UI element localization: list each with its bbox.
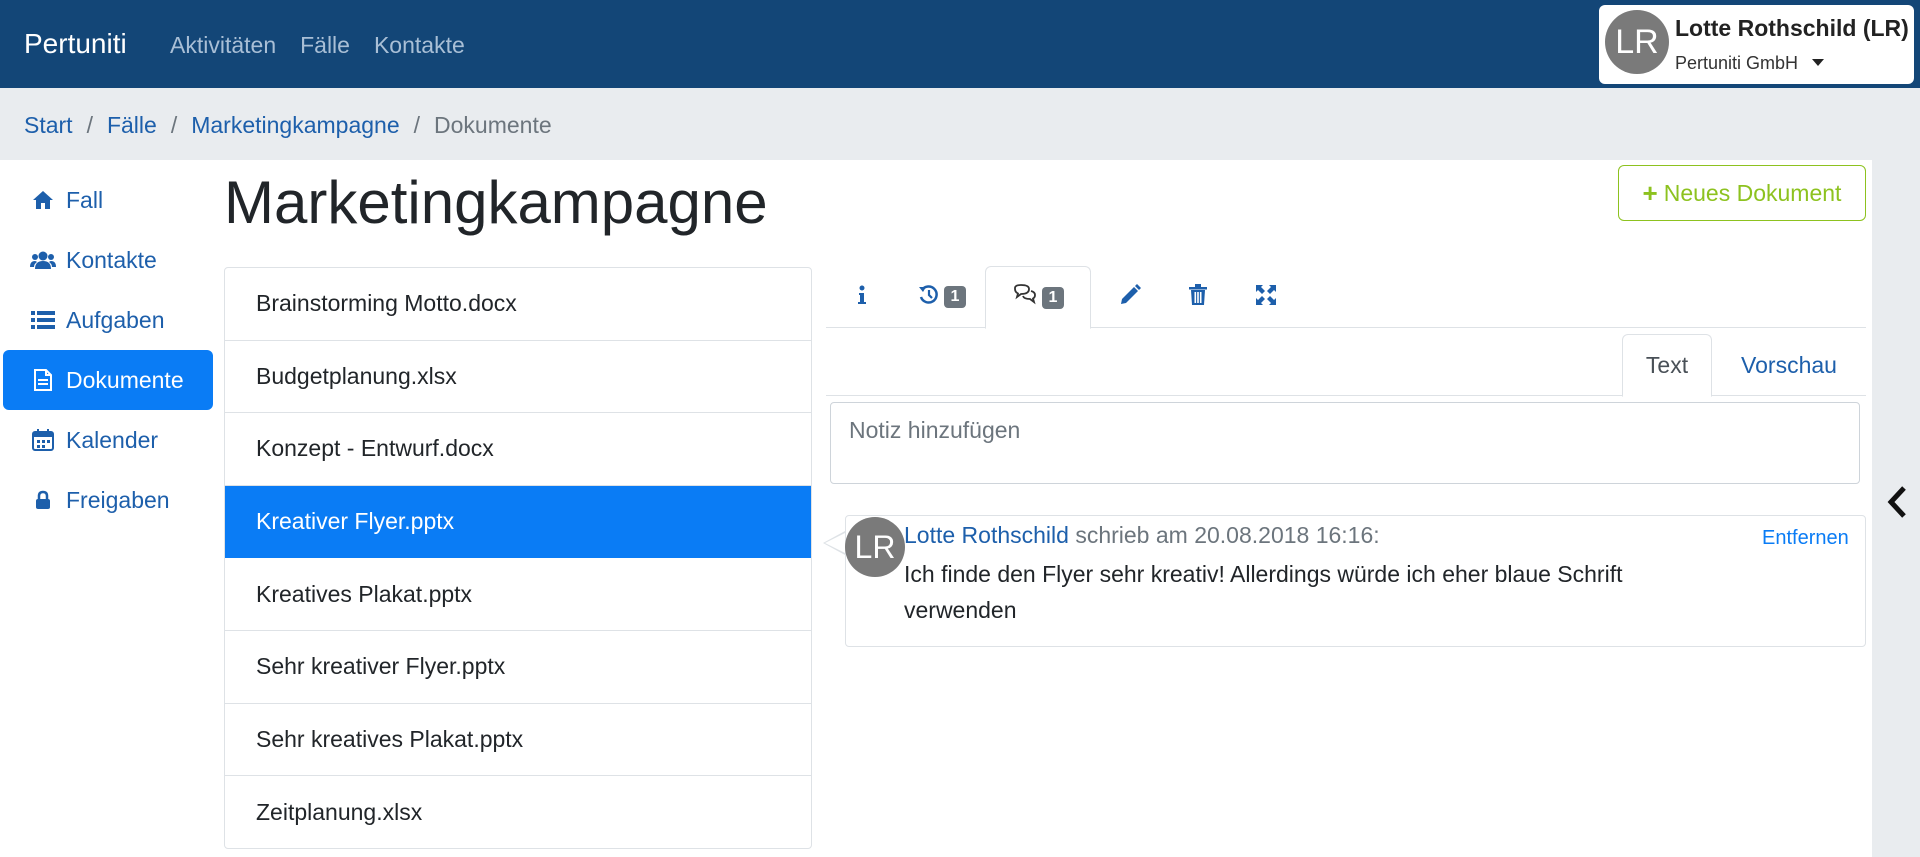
tab-edit[interactable] — [1108, 266, 1152, 328]
info-icon — [857, 285, 867, 310]
list-item-selected[interactable]: Kreativer Flyer.pptx — [225, 485, 811, 559]
nav-link-faelle[interactable]: Fälle — [300, 32, 350, 59]
breadcrumb-marketingkampagne[interactable]: Marketingkampagne — [191, 112, 399, 139]
sidebar-item-label: Kontakte — [66, 246, 157, 273]
list-item[interactable]: Kreatives Plakat.pptx — [225, 558, 811, 631]
home-icon — [30, 188, 56, 212]
sidebar-item-dokumente[interactable]: Dokumente — [3, 350, 213, 410]
nav-link-kontakte[interactable]: Kontakte — [374, 32, 465, 59]
brand-logo[interactable]: Pertuniti — [24, 28, 127, 60]
trash-icon — [1189, 283, 1207, 311]
expand-icon — [1255, 284, 1277, 311]
sidebar-item-label: Freigaben — [66, 486, 170, 513]
tab-info[interactable] — [842, 266, 882, 328]
breadcrumb-separator: / — [413, 112, 421, 138]
history-count-badge: 1 — [943, 286, 967, 308]
chevron-left-icon[interactable] — [1886, 485, 1908, 519]
user-organization: Pertuniti GmbH — [1675, 53, 1825, 74]
caret-down-icon[interactable] — [1812, 58, 1825, 66]
comment-header: Lotte Rothschild schrieb am 20.08.2018 1… — [904, 522, 1380, 549]
comments-icon — [1012, 284, 1038, 311]
tab-fullscreen[interactable] — [1244, 266, 1288, 328]
note-input[interactable] — [830, 402, 1860, 484]
sidebar-item-fall[interactable]: Fall — [3, 170, 213, 230]
sidebar-item-label: Aufgaben — [66, 306, 165, 333]
avatar: LR — [1605, 10, 1669, 74]
document-icon — [30, 368, 56, 392]
lock-icon — [30, 488, 56, 512]
user-organization-label: Pertuniti GmbH — [1675, 53, 1799, 73]
tab-preview[interactable]: Vorschau — [1718, 334, 1860, 396]
comment-author[interactable]: Lotte Rothschild — [904, 522, 1069, 548]
avatar: LR — [845, 517, 905, 577]
tab-delete[interactable] — [1176, 266, 1220, 328]
new-document-button[interactable]: + Neues Dokument — [1618, 165, 1866, 221]
page-title: Marketingkampagne — [224, 169, 768, 236]
breadcrumb: Start / Fälle / Marketingkampagne / Doku… — [24, 112, 552, 139]
list-item[interactable]: Brainstorming Motto.docx — [225, 268, 811, 341]
comment-meta: schrieb am 20.08.2018 16:16: — [1075, 522, 1380, 548]
comment-text: Ich finde den Flyer sehr kreativ! Allerd… — [904, 561, 1623, 623]
top-navbar: Pertuniti Aktivitäten Fälle Kontakte LR … — [0, 0, 1920, 88]
breadcrumb-separator: / — [86, 112, 93, 138]
sidebar: Fall Kontakte Aufgaben Dokumente Kalende… — [3, 170, 213, 530]
calendar-icon — [30, 428, 56, 452]
remove-comment-link[interactable]: Entfernen — [1762, 527, 1849, 550]
note-editor-tabs: Text Vorschau — [826, 334, 1866, 397]
document-detail-tabs: 1 1 — [826, 266, 1866, 329]
list-item[interactable]: Budgetplanung.xlsx — [225, 341, 811, 414]
breadcrumb-bar: Start / Fälle / Marketingkampagne / Doku… — [0, 88, 1920, 160]
user-name: Lotte Rothschild (LR) — [1675, 15, 1909, 41]
list-item[interactable]: Sehr kreativer Flyer.pptx — [225, 631, 811, 704]
breadcrumb-start[interactable]: Start — [24, 112, 73, 139]
sidebar-item-label: Dokumente — [66, 366, 184, 393]
list-icon — [30, 308, 56, 332]
comment-pointer-inner — [825, 533, 845, 553]
main-nav: Aktivitäten Fälle Kontakte — [170, 32, 465, 59]
nav-link-aktivitaeten[interactable]: Aktivitäten — [170, 32, 276, 59]
tab-text[interactable]: Text — [1622, 334, 1712, 397]
sidebar-item-label: Fall — [66, 186, 104, 213]
users-icon — [30, 248, 56, 272]
new-document-label: Neues Dokument — [1663, 179, 1842, 206]
sidebar-item-aufgaben[interactable]: Aufgaben — [3, 290, 213, 350]
plus-icon: + — [1642, 177, 1658, 208]
tab-history[interactable]: 1 — [902, 266, 982, 328]
list-item[interactable]: Sehr kreatives Plakat.pptx — [225, 704, 811, 777]
tab-comments[interactable]: 1 — [985, 266, 1091, 329]
history-icon — [918, 284, 940, 311]
breadcrumb-current: Dokumente — [434, 112, 552, 138]
sidebar-item-freigaben[interactable]: Freigaben — [3, 470, 213, 530]
comments-count-badge: 1 — [1041, 286, 1065, 309]
sidebar-item-label: Kalender — [66, 426, 159, 453]
list-item[interactable]: Zeitplanung.xlsx — [225, 776, 811, 848]
breadcrumb-separator: / — [170, 112, 178, 138]
list-item[interactable]: Konzept - Entwurf.docx — [225, 413, 811, 486]
user-menu[interactable]: LR Lotte Rothschild (LR) Pertuniti GmbH — [1599, 5, 1914, 84]
pencil-icon — [1119, 283, 1141, 311]
breadcrumb-faelle[interactable]: Fälle — [107, 112, 157, 139]
sidebar-item-kalender[interactable]: Kalender — [3, 410, 213, 470]
sidebar-item-kontakte[interactable]: Kontakte — [3, 230, 213, 290]
document-list: Brainstorming Motto.docx Budgetplanung.x… — [224, 267, 812, 849]
right-panel-strip — [1872, 160, 1920, 857]
